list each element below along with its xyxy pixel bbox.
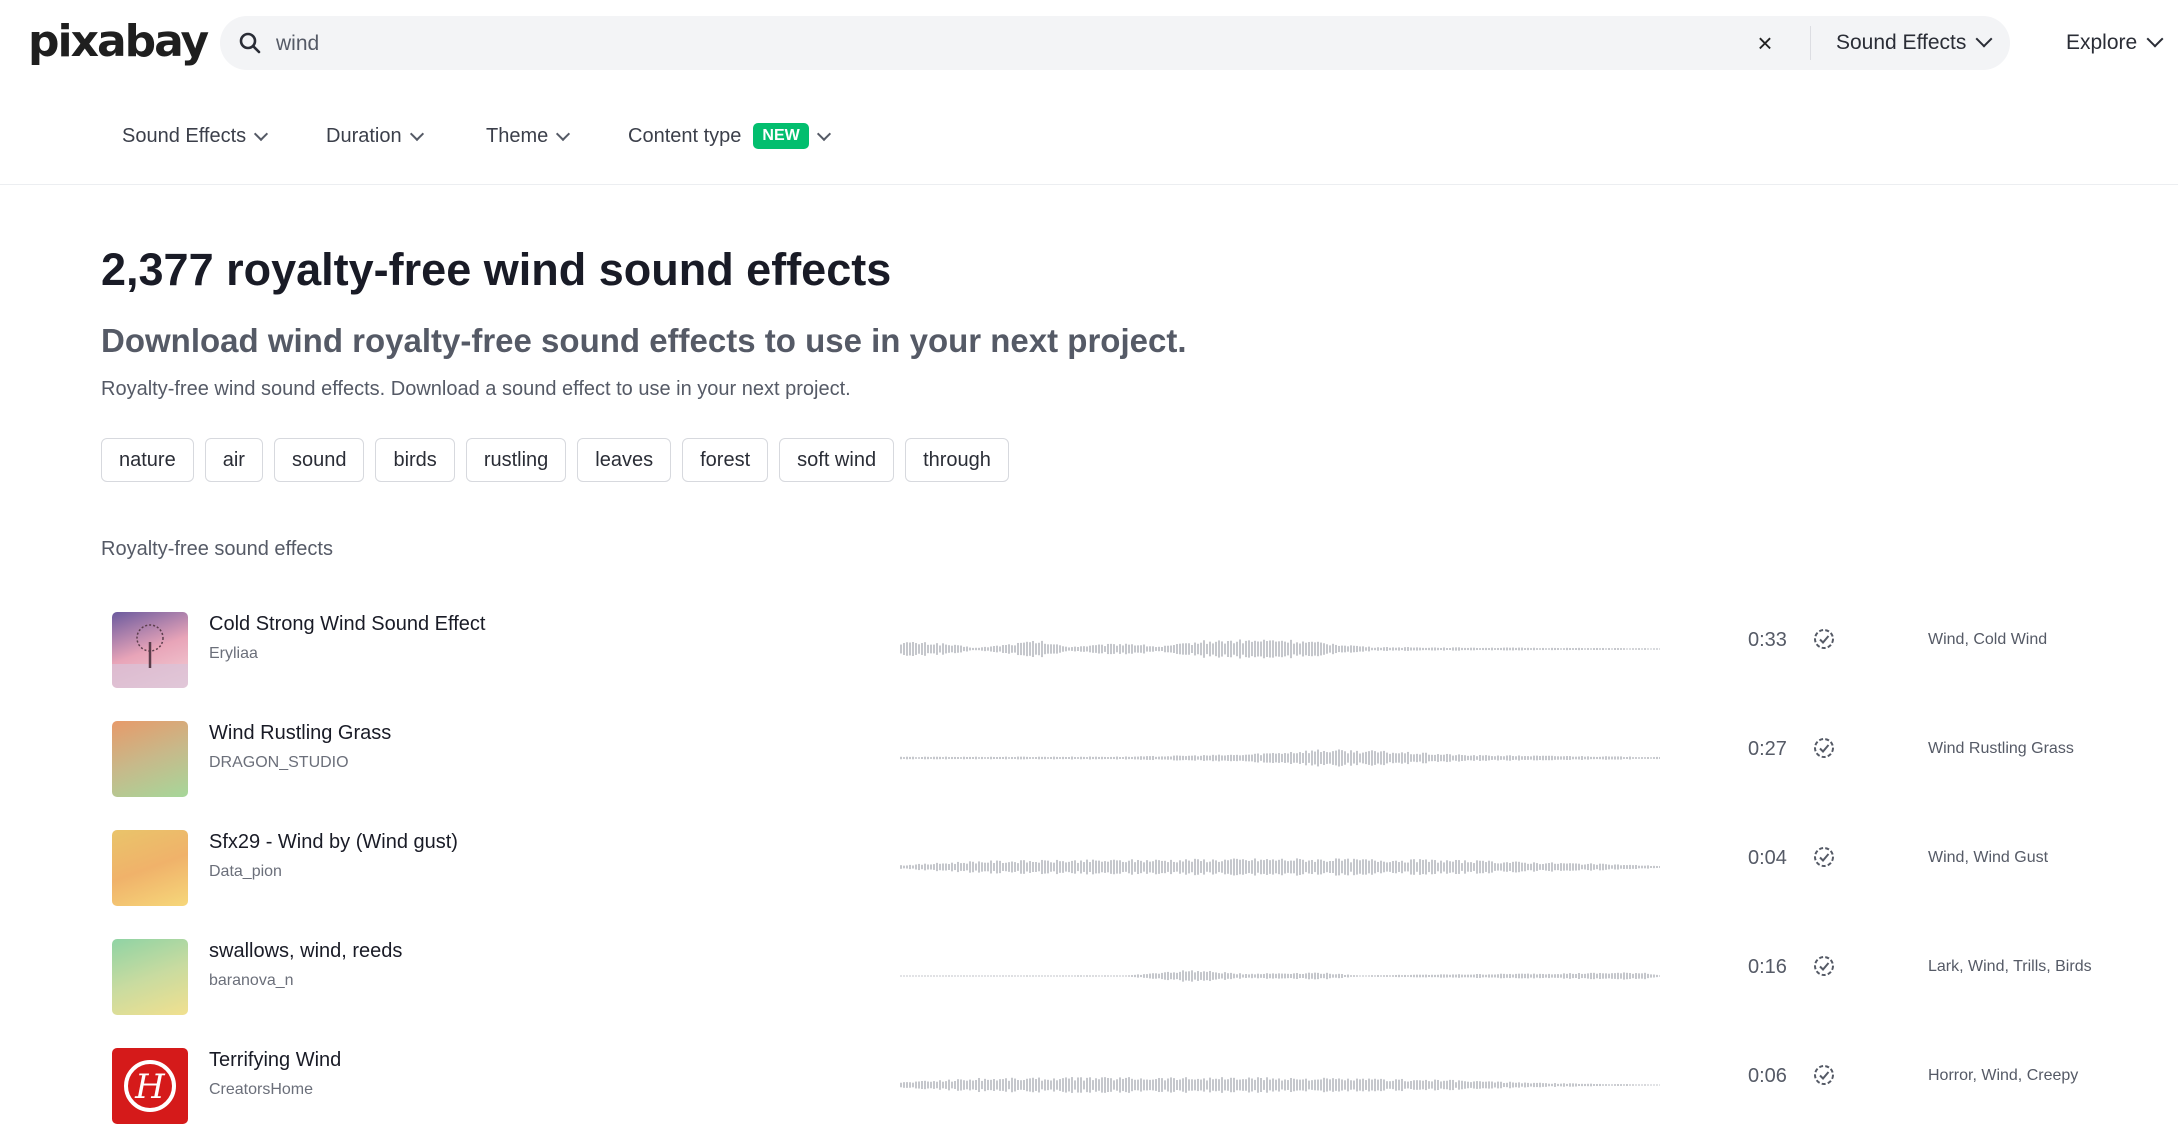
waveform[interactable] xyxy=(900,623,1660,675)
track-thumbnail[interactable] xyxy=(112,721,188,797)
tag-forest[interactable]: forest xyxy=(682,438,768,482)
page-subtitle: Download wind royalty-free sound effects… xyxy=(101,322,1187,360)
chevron-down-icon xyxy=(254,127,268,141)
search-bar: × Sound Effects xyxy=(220,16,2010,70)
track-title[interactable]: Cold Strong Wind Sound Effect xyxy=(209,613,485,636)
filter-label: Theme xyxy=(486,125,548,147)
track-title[interactable]: swallows, wind, reeds xyxy=(209,940,402,963)
track-title[interactable]: Terrifying Wind xyxy=(209,1049,341,1072)
filter-label: Duration xyxy=(326,125,402,147)
related-tags: nature air sound birds rustling leaves f… xyxy=(101,438,1009,482)
tag-rustling[interactable]: rustling xyxy=(466,438,566,482)
download-icon[interactable] xyxy=(1812,1063,1836,1087)
filter-sound-effects[interactable]: Sound Effects xyxy=(122,110,266,162)
track-row: Sfx29 - Wind by (Wind gust) Data_pion 0:… xyxy=(0,819,2178,923)
waveform[interactable] xyxy=(900,732,1660,784)
track-row: Cold Strong Wind Sound Effect Eryliaa 0:… xyxy=(0,601,2178,705)
filter-content-type[interactable]: Content type NEW xyxy=(628,110,829,162)
tag-air[interactable]: air xyxy=(205,438,263,482)
page-title: 2,377 royalty-free wind sound effects xyxy=(101,244,891,296)
track-tags[interactable]: Wind, Cold Wind xyxy=(1928,631,2047,649)
track-title[interactable]: Sfx29 - Wind by (Wind gust) xyxy=(209,831,458,854)
track-author[interactable]: Data_pion xyxy=(209,863,282,881)
track-author[interactable]: Eryliaa xyxy=(209,645,258,663)
chevron-down-icon xyxy=(817,127,831,141)
chevron-down-icon xyxy=(1976,31,1993,48)
download-icon[interactable] xyxy=(1812,736,1836,760)
chevron-down-icon xyxy=(556,127,570,141)
track-title[interactable]: Wind Rustling Grass xyxy=(209,722,391,745)
svg-text:H: H xyxy=(134,1067,166,1107)
tag-birds[interactable]: birds xyxy=(375,438,454,482)
search-icon[interactable] xyxy=(238,31,262,55)
pixabay-logo[interactable]: pixabay xyxy=(28,14,207,70)
track-thumbnail[interactable] xyxy=(112,939,188,1015)
track-author[interactable]: CreatorsHome xyxy=(209,1081,313,1099)
download-icon[interactable] xyxy=(1812,627,1836,651)
track-duration: 0:16 xyxy=(1748,956,1787,979)
track-tags[interactable]: Lark, Wind, Trills, Birds xyxy=(1928,958,2092,976)
chevron-down-icon xyxy=(2147,31,2164,48)
tag-nature[interactable]: nature xyxy=(101,438,194,482)
track-duration: 0:04 xyxy=(1748,847,1787,870)
section-label: Royalty-free sound effects xyxy=(101,538,333,561)
search-input[interactable] xyxy=(274,24,1958,64)
filter-label: Content type xyxy=(628,125,741,147)
media-type-label: Sound Effects xyxy=(1836,31,1966,54)
tag-sound[interactable]: sound xyxy=(274,438,365,482)
track-duration: 0:27 xyxy=(1748,738,1787,761)
filter-theme[interactable]: Theme xyxy=(486,110,568,162)
track-tags[interactable]: Wind Rustling Grass xyxy=(1928,740,2074,758)
track-author[interactable]: DRAGON_STUDIO xyxy=(209,754,349,772)
download-icon[interactable] xyxy=(1812,954,1836,978)
download-icon[interactable] xyxy=(1812,845,1836,869)
track-row: H Terrifying Wind CreatorsHome 0:06 Horr… xyxy=(0,1037,2178,1141)
top-header: pixabay × Sound Effects Explore xyxy=(0,0,2178,88)
new-badge: NEW xyxy=(753,123,808,149)
waveform[interactable] xyxy=(900,950,1660,1002)
track-tags[interactable]: Wind, Wind Gust xyxy=(1928,849,2048,867)
chevron-down-icon xyxy=(410,127,424,141)
tag-through[interactable]: through xyxy=(905,438,1009,482)
page-description: Royalty-free wind sound effects. Downloa… xyxy=(101,378,851,401)
track-thumbnail[interactable] xyxy=(112,830,188,906)
search-divider xyxy=(1810,26,1811,60)
filter-label: Sound Effects xyxy=(122,125,246,147)
filter-bar: Sound Effects Duration Theme Content typ… xyxy=(0,110,2178,185)
filter-duration[interactable]: Duration xyxy=(326,110,422,162)
creatorshome-logo-icon: H xyxy=(112,1048,188,1124)
media-type-dropdown[interactable]: Sound Effects xyxy=(1836,16,1990,70)
track-duration: 0:06 xyxy=(1748,1065,1787,1088)
track-tags[interactable]: Horror, Wind, Creepy xyxy=(1928,1067,2078,1085)
track-thumbnail[interactable] xyxy=(112,612,188,688)
tag-leaves[interactable]: leaves xyxy=(577,438,671,482)
clear-search-icon[interactable]: × xyxy=(1748,26,1782,60)
waveform[interactable] xyxy=(900,1059,1660,1111)
explore-label: Explore xyxy=(2066,31,2137,54)
tree-icon xyxy=(112,612,188,688)
track-row: swallows, wind, reeds baranova_n 0:16 La… xyxy=(0,928,2178,1032)
tag-soft-wind[interactable]: soft wind xyxy=(779,438,894,482)
track-duration: 0:33 xyxy=(1748,629,1787,652)
track-author[interactable]: baranova_n xyxy=(209,972,294,990)
waveform[interactable] xyxy=(900,841,1660,893)
track-thumbnail[interactable]: H xyxy=(112,1048,188,1124)
track-row: Wind Rustling Grass DRAGON_STUDIO 0:27 W… xyxy=(0,710,2178,814)
explore-menu[interactable]: Explore xyxy=(2066,16,2161,70)
